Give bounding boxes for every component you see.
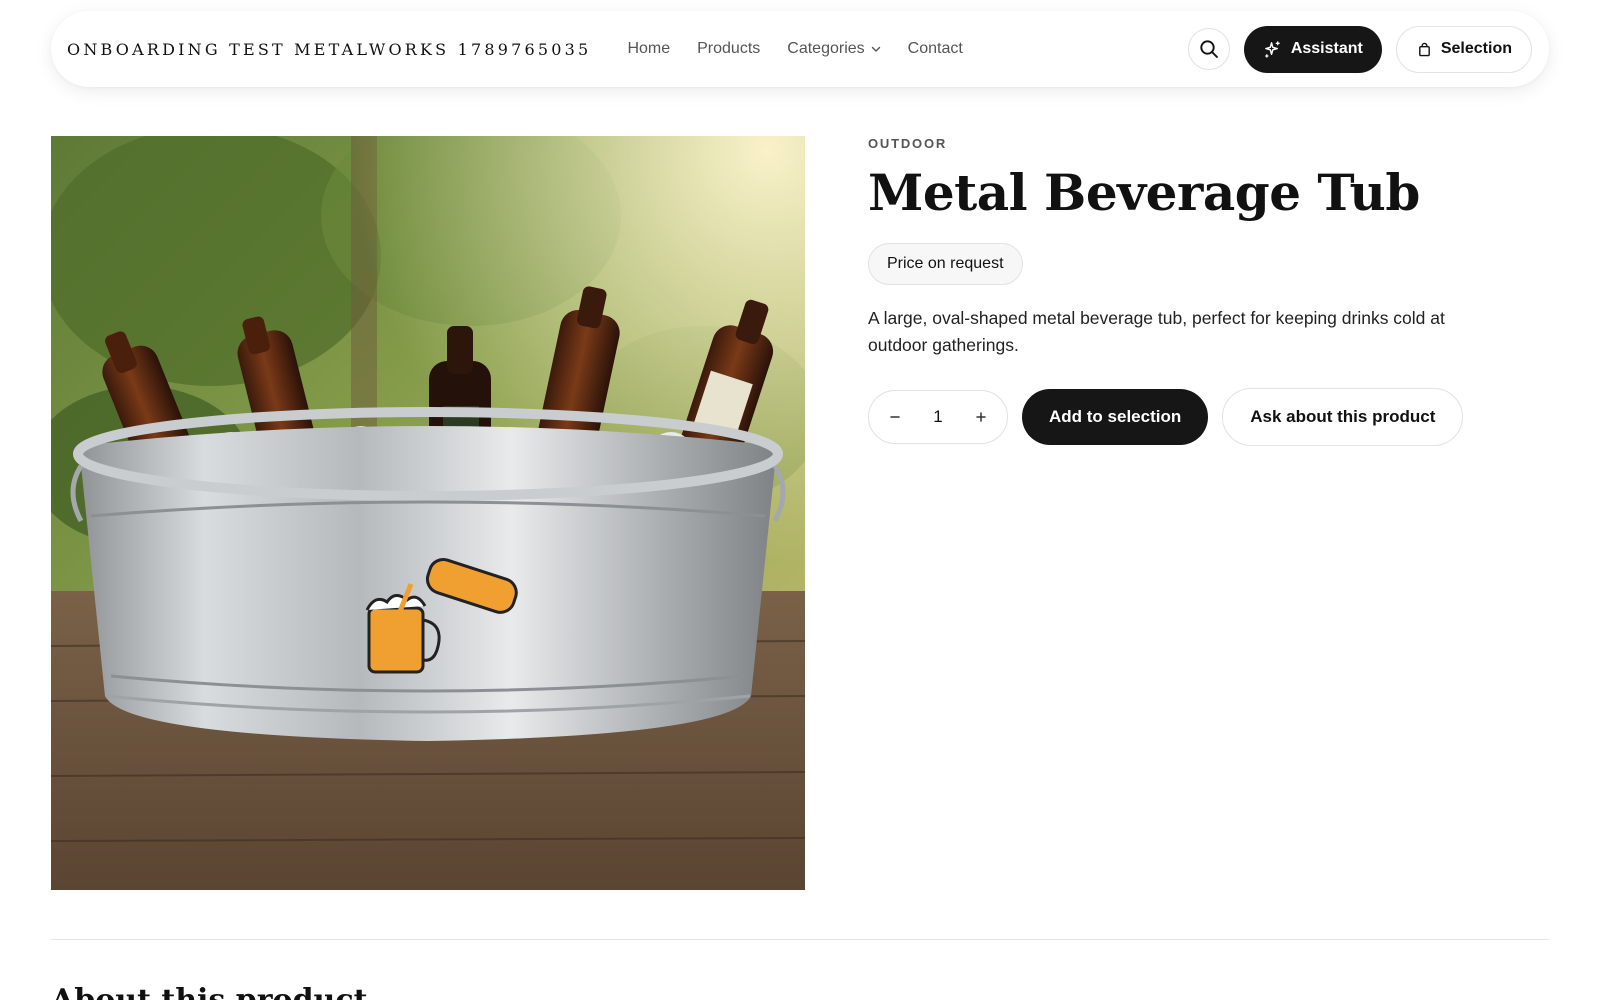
selection-button[interactable]: Selection [1395, 25, 1532, 73]
search-icon [1199, 39, 1219, 59]
product-actions: 1 Add to selection Ask about this produc… [868, 388, 1468, 446]
quantity-stepper: 1 [868, 390, 1008, 444]
price-badge: Price on request [868, 243, 1023, 285]
sparkles-icon [1263, 40, 1282, 59]
nav-contact[interactable]: Contact [908, 40, 963, 58]
nav-categories-label: Categories [787, 40, 865, 57]
decrease-quantity-button[interactable] [881, 403, 909, 431]
product-category: OUTDOOR [868, 136, 948, 151]
shopping-bag-icon [1417, 42, 1432, 57]
product-info: OUTDOOR Metal Beverage Tub Price on requ… [868, 136, 1468, 446]
nav-home[interactable]: Home [627, 40, 670, 58]
nav-contact-label: Contact [907, 40, 963, 57]
nav-products-label: Products [697, 40, 761, 57]
product-image [51, 136, 805, 890]
chevron-down-icon [871, 44, 881, 54]
plus-icon [976, 412, 986, 422]
header-actions: Assistant Selection [1187, 25, 1532, 73]
minus-icon [890, 416, 900, 418]
quantity-value[interactable]: 1 [918, 407, 958, 427]
selection-label: Selection [1440, 40, 1512, 57]
nav-products[interactable]: Products [697, 40, 760, 58]
main-nav: Home Products Categories Contact [627, 40, 989, 58]
ask-about-product-button[interactable]: Ask about this product [1222, 388, 1464, 446]
add-to-selection-button[interactable]: Add to selection [1022, 389, 1209, 445]
increase-quantity-button[interactable] [967, 403, 995, 431]
search-button[interactable] [1187, 28, 1230, 70]
site-header: ONBOARDING TEST METALWORKS 1789765035 Ho… [51, 11, 1549, 87]
about-section-title: About this product [51, 983, 367, 1000]
assistant-label: Assistant [1290, 40, 1363, 57]
product-title: Metal Beverage Tub [868, 163, 1420, 222]
assistant-button[interactable]: Assistant [1243, 25, 1382, 73]
brand-logo[interactable]: ONBOARDING TEST METALWORKS 1789765035 [67, 40, 591, 59]
nav-categories[interactable]: Categories [787, 40, 880, 58]
section-divider [51, 939, 1549, 940]
nav-home-label: Home [627, 40, 671, 57]
product-description: A large, oval-shaped metal beverage tub,… [868, 308, 1445, 355]
